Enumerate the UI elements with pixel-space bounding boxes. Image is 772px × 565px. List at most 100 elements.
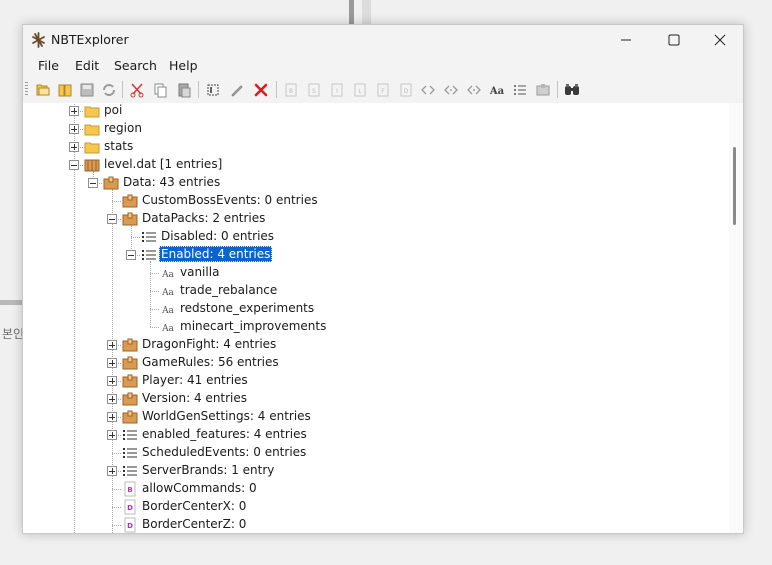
compound-icon xyxy=(103,175,119,191)
collapse-toggle[interactable] xyxy=(107,214,117,224)
toolbar: B S I L F D Aa xyxy=(23,77,743,103)
tree-node-label[interactable]: minecart_improvements xyxy=(178,318,328,334)
add-byte-array-icon[interactable] xyxy=(418,80,438,100)
delete-icon[interactable] xyxy=(251,80,271,100)
collapse-toggle[interactable] xyxy=(88,178,98,188)
rename-icon[interactable] xyxy=(203,80,223,100)
byte-icon: B xyxy=(122,481,138,497)
expand-toggle[interactable] xyxy=(107,466,117,476)
tree-connector-line xyxy=(150,309,159,310)
add-long-icon[interactable]: L xyxy=(350,80,370,100)
tree-node-label[interactable]: GameRules: 56 entries xyxy=(140,354,281,370)
nbtexplorer-window: NBTExplorer File Edit Search Help B S I … xyxy=(22,24,744,534)
expand-toggle[interactable] xyxy=(107,412,117,422)
add-float-icon[interactable]: F xyxy=(373,80,393,100)
open-icon[interactable] xyxy=(33,80,53,100)
svg-text:B: B xyxy=(127,486,132,494)
tree-node-label[interactable]: region xyxy=(102,120,144,136)
expand-toggle[interactable] xyxy=(69,124,79,134)
tree-node-label[interactable]: level.dat [1 entries] xyxy=(102,156,224,172)
title-bar[interactable]: NBTExplorer xyxy=(23,25,743,55)
string-icon: Aa xyxy=(160,301,176,317)
collapse-toggle[interactable] xyxy=(69,160,79,170)
add-long-array-icon[interactable] xyxy=(464,80,484,100)
svg-text:F: F xyxy=(381,88,385,95)
toolbar-grip[interactable] xyxy=(25,82,28,97)
maximize-button[interactable] xyxy=(651,25,697,55)
background-window-edge xyxy=(349,0,354,24)
toolbar-separator xyxy=(122,81,123,98)
tree-node-label[interactable]: vanilla xyxy=(178,264,221,280)
tree-node-label[interactable]: Data: 43 entries xyxy=(121,174,222,190)
list-icon xyxy=(141,247,157,263)
add-byte-icon[interactable]: B xyxy=(281,80,301,100)
add-int-icon[interactable]: I xyxy=(327,80,347,100)
expand-toggle[interactable] xyxy=(107,340,117,350)
expand-toggle[interactable] xyxy=(69,106,79,116)
tree-connector-line xyxy=(112,525,121,526)
tree-connector-line xyxy=(112,201,121,202)
tree-connector-line xyxy=(150,291,159,292)
add-int-array-icon[interactable] xyxy=(441,80,461,100)
tree-connector-line xyxy=(112,507,121,508)
find-icon[interactable] xyxy=(562,80,582,100)
minimize-button[interactable] xyxy=(603,25,649,55)
menu-help[interactable]: Help xyxy=(169,58,198,73)
tree-node-label[interactable]: poi xyxy=(102,103,124,118)
tree-node-label[interactable]: Player: 41 entries xyxy=(140,372,250,388)
nbt-file-icon xyxy=(84,157,100,173)
paste-icon[interactable] xyxy=(174,80,194,100)
refresh-icon[interactable] xyxy=(99,80,119,100)
close-button[interactable] xyxy=(697,25,743,55)
svg-text:D: D xyxy=(127,522,133,530)
tree-node-label[interactable]: allowCommands: 0 xyxy=(140,480,259,496)
add-compound-icon[interactable] xyxy=(533,80,553,100)
compound-icon xyxy=(122,409,138,425)
menu-search[interactable]: Search xyxy=(114,58,157,73)
cut-icon[interactable] xyxy=(127,80,147,100)
tree-node-label[interactable]: ServerBrands: 1 entry xyxy=(140,462,276,478)
add-short-icon[interactable]: S xyxy=(304,80,324,100)
add-double-icon[interactable]: D xyxy=(396,80,416,100)
string-icon: Aa xyxy=(160,283,176,299)
expand-toggle[interactable] xyxy=(107,394,117,404)
tree-node-label[interactable]: Disabled: 0 entries xyxy=(159,228,276,244)
save-icon[interactable] xyxy=(77,80,97,100)
nbt-tree-view[interactable]: poi region stats level.dat [1 entries] Data:… xyxy=(23,103,743,533)
expand-toggle[interactable] xyxy=(107,376,117,386)
tree-node-label[interactable]: trade_rebalance xyxy=(178,282,279,298)
toolbar-separator xyxy=(557,81,558,98)
tree-node-label[interactable]: enabled_features: 4 entries xyxy=(140,426,309,442)
edit-value-icon[interactable] xyxy=(227,80,247,100)
svg-text:B: B xyxy=(289,88,293,95)
expand-toggle[interactable] xyxy=(107,358,117,368)
compound-icon xyxy=(122,211,138,227)
background-divider xyxy=(0,300,22,305)
menu-file[interactable]: File xyxy=(38,58,59,73)
scrollbar-thumb[interactable] xyxy=(733,147,736,225)
tree-node-label[interactable]: ScheduledEvents: 0 entries xyxy=(140,444,308,460)
open-folder-icon[interactable] xyxy=(55,80,75,100)
expand-toggle[interactable] xyxy=(69,142,79,152)
tree-node-label[interactable]: Version: 4 entries xyxy=(140,390,249,406)
menu-edit[interactable]: Edit xyxy=(75,58,99,73)
add-string-icon[interactable]: Aa xyxy=(487,80,507,100)
tree-node-label[interactable]: stats xyxy=(102,138,135,154)
copy-icon[interactable] xyxy=(150,80,170,100)
tree-node-label-selected[interactable]: Enabled: 4 entries xyxy=(159,246,273,262)
background-window-edge xyxy=(362,0,371,24)
tree-node-label[interactable]: BorderCenterX: 0 xyxy=(140,498,248,514)
list-icon xyxy=(122,463,138,479)
tree-node-label[interactable]: WorldGenSettings: 4 entries xyxy=(140,408,313,424)
tree-node-label[interactable]: redstone_experiments xyxy=(178,300,316,316)
collapse-toggle[interactable] xyxy=(126,250,136,260)
tree-node-label[interactable]: CustomBossEvents: 0 entries xyxy=(140,192,320,208)
svg-text:I: I xyxy=(336,88,338,95)
tree-node-label[interactable]: DragonFight: 4 entries xyxy=(140,336,278,352)
svg-text:D: D xyxy=(127,504,133,512)
add-list-icon[interactable] xyxy=(510,80,530,100)
vertical-scrollbar[interactable] xyxy=(729,103,743,533)
tree-node-label[interactable]: DataPacks: 2 entries xyxy=(140,210,267,226)
tree-node-label[interactable]: BorderCenterZ: 0 xyxy=(140,516,248,532)
expand-toggle[interactable] xyxy=(107,430,117,440)
